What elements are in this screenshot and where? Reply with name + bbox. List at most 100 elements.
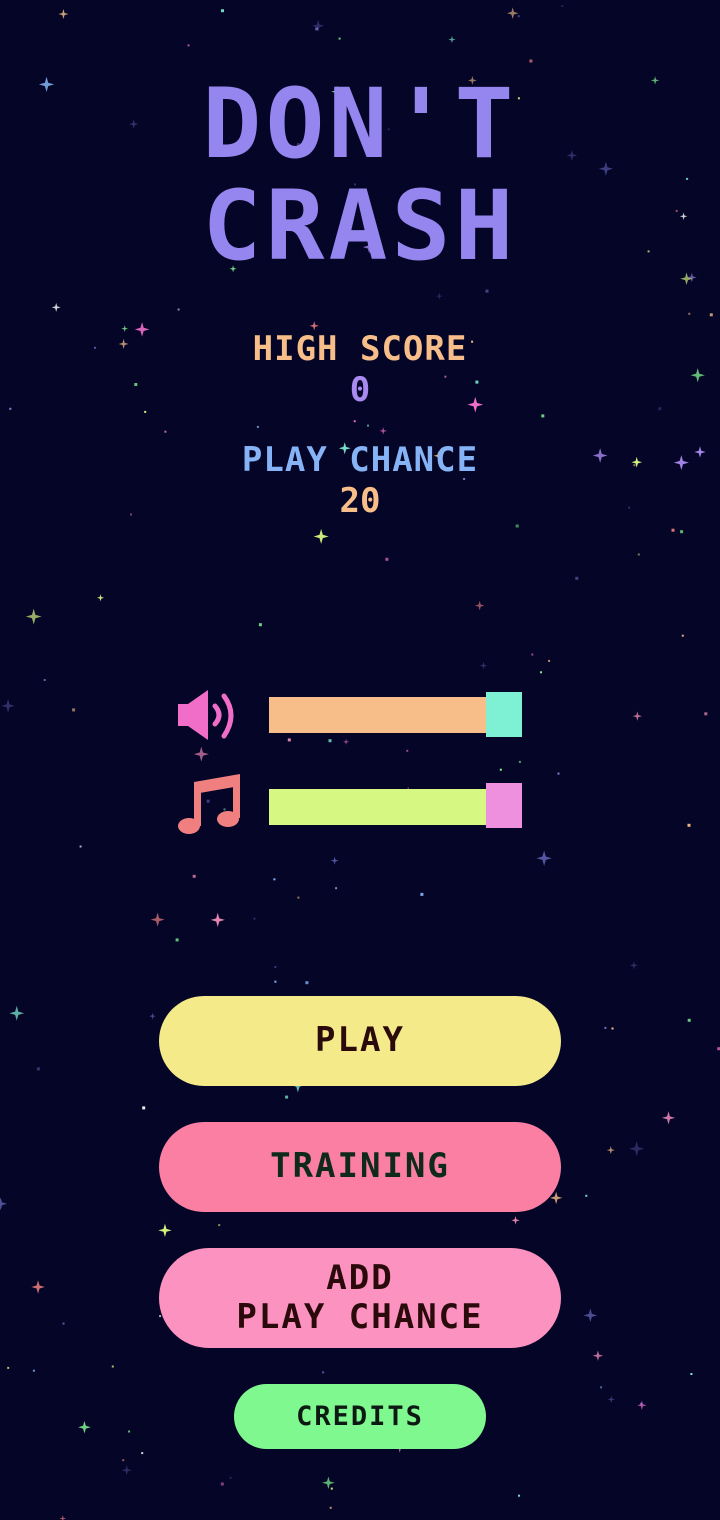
star-sparkle [330,856,339,865]
training-button[interactable]: TRAINING [159,1122,561,1212]
star-sparkle [379,427,387,435]
add-play-chance-label-line-2: PLAY CHANCE [236,1297,484,1337]
star-dot [338,37,341,40]
play-chance-label: PLAY CHANCE [241,440,479,480]
star-dot [221,9,224,13]
star-dot [541,414,545,418]
star-dot [220,1482,224,1486]
play-button-label: PLAY [315,1020,405,1061]
star-sparkle [78,1420,91,1434]
game-menu-screen: DON'T CRASH HIGH SCORE 0 PLAY CHANCE 20 [0,0,720,1520]
star-dot [518,760,521,763]
star-sparkle [149,1012,156,1020]
music-slider[interactable] [269,789,521,825]
star-sparkle [448,35,456,44]
star-dot [62,1322,65,1325]
star-dot [518,1494,520,1497]
star-sparkle [592,1350,604,1361]
star-sparkle [51,302,61,312]
star-dot [575,576,579,580]
add-play-chance-button[interactable]: ADD PLAY CHANCE [159,1248,561,1348]
star-dot [709,313,713,317]
star-sparkle [313,528,329,545]
star-dot [600,1386,603,1389]
star-dot [517,15,520,18]
star-dot [704,712,708,716]
star-dot [671,528,675,532]
star-sparkle [322,1476,335,1490]
star-dot [111,1365,114,1368]
star-sparkle [121,1465,132,1476]
speaker-icon[interactable] [168,684,248,748]
star-sparkle [629,961,638,970]
star-sparkle [687,272,697,283]
star-sparkle [606,1146,615,1155]
star-sparkle [150,912,165,927]
music-slider-handle[interactable] [485,783,522,828]
star-dot [274,980,277,983]
star-dot [164,430,167,433]
star-dot [218,1224,221,1227]
star-dot [499,768,502,771]
star-dot [144,410,147,413]
star-dot [531,653,534,656]
star-dot [353,420,356,423]
star-dot [256,425,259,428]
star-dot [637,553,640,556]
volume-slider[interactable] [269,697,521,733]
star-dot [285,1095,289,1099]
star-dot [515,524,519,528]
star-dot [177,308,180,311]
star-sparkle [637,1400,647,1410]
star-dot [187,44,190,47]
star-dot [159,1315,162,1318]
star-dot [485,289,489,293]
star-sparkle [25,608,42,625]
star-sparkle [629,1141,645,1157]
high-score-value: 0 [349,370,371,410]
credits-button-label: CREDITS [296,1400,424,1432]
star-dot [680,530,684,534]
music-note-icon[interactable] [168,772,248,836]
star-dot [229,1476,232,1479]
star-dot [367,424,369,427]
add-play-chance-label-line-1: ADD [326,1257,394,1298]
music-slider-fill [269,789,486,825]
star-dot [141,1452,144,1455]
star-sparkle [96,594,105,602]
play-button[interactable]: PLAY [159,996,561,1086]
star-sparkle [31,1280,45,1294]
star-sparkle [121,325,129,333]
star-dot [529,59,533,63]
star-dot [690,1373,693,1375]
star-dot [274,966,277,968]
volume-slider-handle[interactable] [485,692,522,737]
star-dot [687,823,691,827]
star-dot [335,887,338,890]
star-sparkle [158,1223,172,1237]
star-sparkle [680,272,693,286]
star-dot [273,878,276,881]
star-dot [611,1027,614,1030]
star-dot [688,312,691,315]
star-sparkle [0,1197,8,1211]
star-sparkle [58,9,69,20]
high-score-label: HIGH SCORE [252,329,468,369]
star-sparkle [9,1005,25,1021]
star-dot [406,749,409,752]
star-dot [32,1369,35,1372]
star-dot [128,1430,131,1433]
star-dot [322,1371,325,1374]
star-sparkle [435,292,443,300]
star-dot [540,671,542,674]
star-sparkle [193,746,209,762]
star-dot [175,938,179,942]
star-sparkle [661,1111,676,1125]
star-sparkle [474,600,485,611]
credits-button[interactable]: CREDITS [234,1384,486,1449]
star-dot [258,623,262,627]
star-dot [79,845,82,848]
star-dot [604,1026,607,1029]
volume-slider-fill [269,697,486,733]
star-dot [315,27,319,31]
